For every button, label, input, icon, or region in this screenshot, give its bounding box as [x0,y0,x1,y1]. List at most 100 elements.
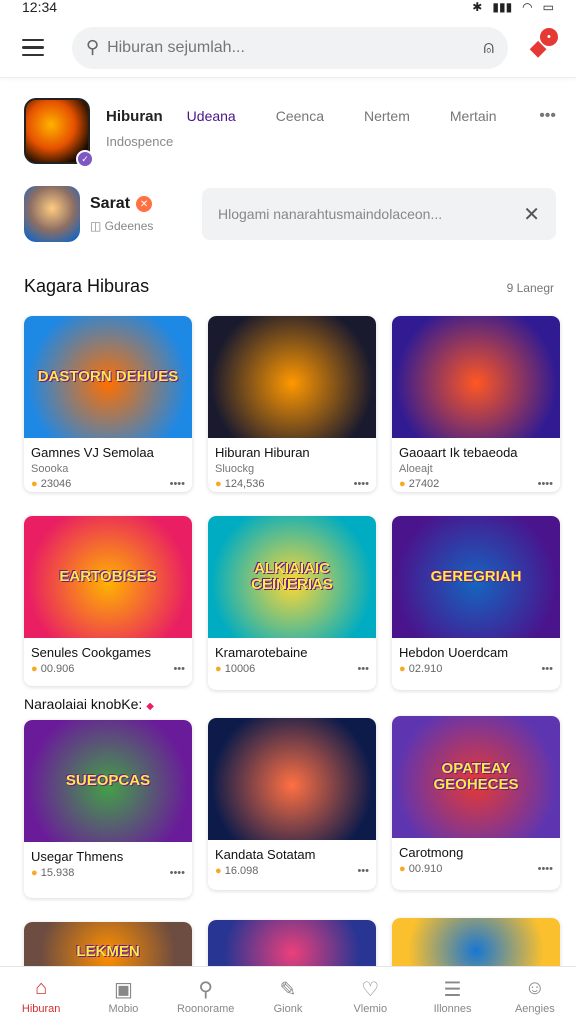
nav-item-mobio[interactable]: ▣ Mobio [82,967,164,1024]
game-card[interactable]: Gaoaart Ik tebaeoda Aloeajt ● 27402 •••• [392,316,560,492]
search-icon: ⚲ [198,978,214,1001]
game-thumbnail[interactable]: GEREGRIAH [392,516,560,638]
game-thumbnail-title: EARTOBISES [59,567,157,585]
nav-item-illonnes[interactable]: ☰ Illonnes [411,967,493,1024]
game-card[interactable]: EARTOBISES Senules Cookgames ● 00.906 ••• [24,516,192,686]
menu-button[interactable] [22,34,50,62]
coin-icon: ● [215,478,225,490]
game-stat-value: 10006 [224,663,256,675]
game-thumbnail[interactable]: EARTOBISES [24,516,192,638]
section-title-2: Naraolaiai knobKe: ◆ [24,696,154,712]
game-thumbnail[interactable]: DASTORN DEHUES [24,316,192,438]
user-row: Sarat ✕ ◫ Gdeenes Hlogami nanarahtusmain… [24,186,556,242]
edit-icon: ✎ [279,978,297,1001]
close-icon[interactable]: ✕ [523,202,540,227]
nav-item-roonorame[interactable]: ⚲ Roonorame [165,967,247,1024]
game-stat: ● 27402 [399,478,439,490]
bell-icon[interactable]: ⍝ [483,37,494,58]
section-title: Kagara Hiburas [24,276,150,296]
game-thumbnail[interactable]: ALKIAIAIC CEINERIAS [208,516,376,638]
game-meta: ● 00.910 •••• [399,863,553,875]
game-stat-value: 124,536 [224,478,265,490]
more-icon[interactable]: ••• [173,663,185,675]
game-thumbnail-title: ALKIAIAIC CEINERIAS [251,559,333,593]
game-card[interactable]: DASTORN DEHUES Gamnes VJ Semolaa Soooka ● 2… [24,316,192,492]
game-stat: ● 10006 [215,663,255,675]
heart-icon: ◆ [146,701,154,712]
nav-label: Hiburan [21,1002,61,1015]
app-logo[interactable]: ✓ [24,98,94,168]
game-thumbnail[interactable]: SUEOPCAS [24,720,192,842]
game-card[interactable]: ALKIAIAIC CEINERIAS Kramarotebaine ● 10006… [208,516,376,690]
search-bar[interactable]: ⚲ ⍝ [71,26,509,69]
tab-udeana[interactable]: Udeana [187,108,236,124]
game-title: Senules Cookgames [31,645,151,660]
nav-item-vlemio[interactable]: ♡ Vlemio [329,967,411,1024]
avatar[interactable] [24,186,80,242]
nav-label: Vlemio [353,1002,388,1015]
game-thumbnail[interactable] [208,718,376,840]
tab-ceenca[interactable]: Ceenca [276,108,324,124]
more-icon[interactable]: ••• [539,107,556,125]
info-banner[interactable]: Hlogami nanarahtusmaindolaceon... ✕ [202,188,556,240]
nav-item-aengies[interactable]: ☺ Aengies [494,967,576,1024]
coin-icon: ● [399,863,409,875]
game-card[interactable]: OPATEAY GEOHECES Carotmong ● 00.910 •••• [392,716,560,890]
nav-item-hiburan[interactable]: ⌂ Hiburan [0,967,82,1024]
game-card[interactable]: GEREGRIAH Hebdon Uoerdcam ● 02.910 ••• [392,516,560,690]
wifi-icon: ◠ [522,0,533,14]
top-bar: ⚲ ⍝ ◆ • [0,18,576,78]
more-icon[interactable]: •••• [170,478,185,490]
bottom-nav: ⌂ Hiburan ▣ Mobio ⚲ Roonorame ✎ Gionk ♡ Vlemio ☰ Il… [0,966,576,1024]
game-title: Gaoaart Ik tebaeoda [399,445,518,460]
game-card[interactable]: Kandata Sotatam ● 16.098 ••• [208,718,376,890]
game-thumbnail-title: SUEOPCAS [65,771,151,789]
status-icons: ✱ ▮▮▮ ◠ ▭ [472,0,554,14]
coin-icon: ● [399,663,409,675]
nav-item-gionk[interactable]: ✎ Gionk [247,967,329,1024]
nav-label: Aengies [514,1002,555,1015]
coin-icon: ● [31,663,41,675]
game-stat-value: 00.906 [40,663,75,675]
app-tabs: Hiburan Udeana Ceenca Nertem Mertain ••• [106,98,556,134]
coin-icon: ● [399,478,409,490]
tab-nertem[interactable]: Nertem [364,108,410,124]
section-title-2-label: Naraolaiai knobKe: [24,696,143,712]
more-icon[interactable]: •••• [538,478,553,490]
game-meta: ● 124,536 •••• [215,478,369,490]
game-card[interactable]: SUEOPCAS Usegar Thmens ● 15.938 •••• [24,720,192,898]
battery-icon: ▭ [542,0,554,14]
user-subtitle: ◫ Gdeenes [90,219,202,233]
status-time: 12:34 [22,0,58,15]
section-see-all-link[interactable]: 9 Lanegr [507,281,554,295]
game-thumbnail[interactable] [208,316,376,438]
game-thumbnail-title: LEKMEN [76,942,140,960]
user-info: Sarat ✕ ◫ Gdeenes [90,195,202,233]
more-icon[interactable]: •••• [538,863,553,875]
list-icon: ☰ [443,978,462,1001]
coin-icon: ● [215,663,225,675]
app-name: Hiburan [106,107,163,125]
notification-button[interactable]: ◆ • [522,27,558,64]
more-icon[interactable]: ••• [541,663,553,675]
heart-icon: ♡ [361,978,380,1001]
game-stat: ● 00.910 [399,863,442,875]
game-subtitle: Aloeajt [399,463,433,475]
nav-label: Roonorame [176,1002,235,1015]
more-icon[interactable]: •••• [170,867,185,879]
game-thumbnail[interactable] [392,316,560,438]
game-stat: ● 02.910 [399,663,442,675]
game-meta: ● 15.938 •••• [31,867,185,879]
game-thumbnail[interactable]: OPATEAY GEOHECES [392,716,560,838]
app-header: ✓ Hiburan Udeana Ceenca Nertem Mertain •… [24,98,556,168]
more-icon[interactable]: ••• [357,663,369,675]
game-card[interactable]: Hiburan Hiburan Sluockg ● 124,536 •••• [208,316,376,492]
tablet-icon: ▣ [113,978,133,1001]
game-stat: ● 16.098 [215,865,258,877]
search-input[interactable] [107,38,484,57]
more-icon[interactable]: ••• [357,865,369,877]
game-meta: ● 27402 •••• [399,478,553,490]
home-icon: ⌂ [35,976,48,999]
tab-mertain[interactable]: Mertain [450,108,497,124]
more-icon[interactable]: •••• [354,478,369,490]
